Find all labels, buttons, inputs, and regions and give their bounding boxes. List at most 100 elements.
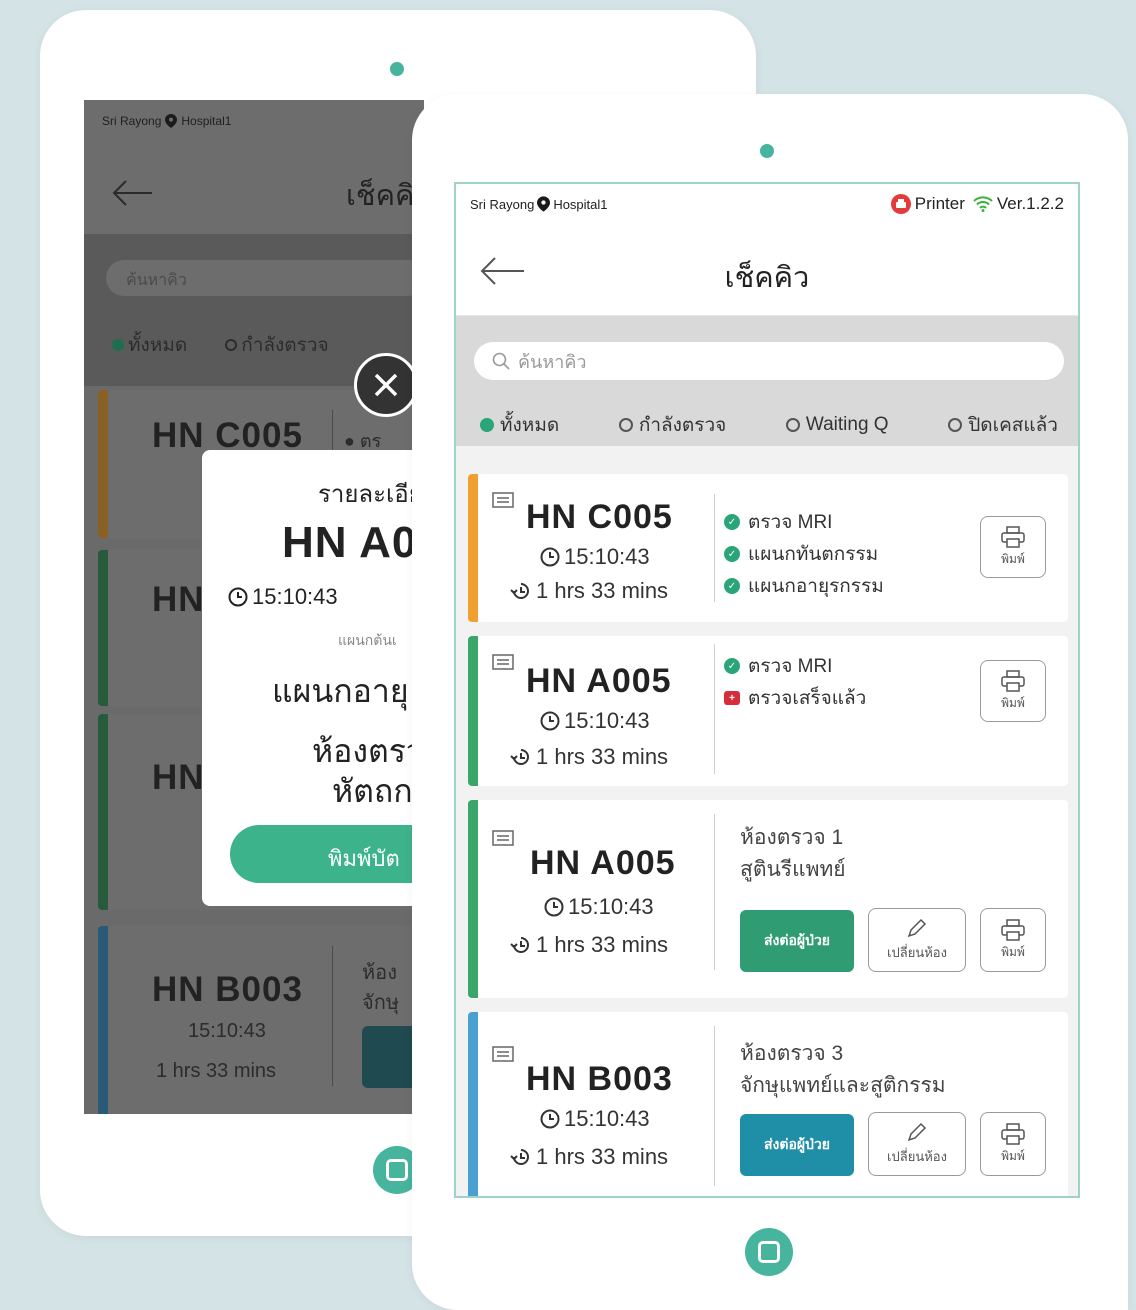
status-right: Printer Ver.1.2.2	[890, 194, 1064, 214]
printer-icon	[1001, 918, 1025, 941]
card-time: 15:10:43	[544, 894, 654, 920]
history-icon	[510, 1149, 529, 1165]
history-icon	[510, 937, 529, 953]
modal-time: 15:10:43	[228, 584, 338, 610]
detail-modal: รายละเอีย HN A0 15:10:43 แผนกต้นเ แผนกอา…	[202, 450, 424, 906]
medical-bag-icon: +	[724, 691, 740, 705]
change-room-button[interactable]: เปลี่ยนห้อง	[868, 908, 966, 972]
clock-icon	[540, 711, 560, 731]
back-card-hn: HN	[152, 580, 205, 619]
camera-dot	[760, 144, 774, 158]
card-room: ห้องตรวจ 1 สูตินรีแพทย์	[740, 826, 846, 881]
back-card-divider	[332, 946, 333, 1086]
card-duration: 1 hrs 33 mins	[510, 1144, 668, 1170]
radio-selected-icon	[480, 418, 494, 432]
clock-icon	[540, 547, 560, 567]
step-item: + ตรวจเสร็จแล้ว	[724, 682, 866, 714]
location-pin-icon	[165, 114, 178, 128]
back-page-title: เช็คคิ	[346, 180, 415, 212]
filter-group: ทั้งหมด กำลังตรวจ Waiting Q ปิดเคสแล้ว	[480, 410, 1058, 440]
location-pin-icon	[537, 196, 551, 212]
filter-waiting[interactable]: Waiting Q	[785, 410, 889, 440]
clock-icon	[228, 587, 248, 607]
back-arrow-icon[interactable]	[110, 178, 154, 208]
back-filter-all[interactable]: ทั้งหมด	[112, 330, 187, 360]
back-card-hn: HN B003	[152, 970, 303, 1009]
card-hn: HN B003	[526, 1060, 673, 1098]
document-icon	[492, 492, 514, 508]
card-time: 15:10:43	[540, 544, 650, 570]
back-card-hn: HN	[152, 758, 205, 797]
filter-closed[interactable]: ปิดเคสแล้ว	[948, 410, 1058, 440]
print-button[interactable]: พิมพ์	[980, 908, 1046, 972]
back-card-bar	[98, 714, 108, 910]
send-patient-button[interactable]: ส่งต่อผู้ป่วย	[740, 1114, 854, 1176]
search-placeholder: ค้นหาคิว	[518, 351, 587, 372]
document-icon	[492, 1046, 514, 1062]
radio-icon	[618, 418, 633, 432]
history-icon	[510, 749, 529, 765]
modal-heading: รายละเอีย	[318, 481, 423, 508]
back-card-4[interactable]: HN B003 15:10:43 1 hrs 33 mins ห้อง จักษ…	[98, 926, 424, 1114]
front-screen: Sri Rayong Hospital1 Printer Ver.1.2.2 เ…	[454, 182, 1080, 1198]
printer-icon	[890, 194, 911, 214]
document-icon	[492, 830, 514, 846]
check-circle-icon: ✓	[724, 578, 740, 594]
status-bar-accent	[468, 800, 478, 998]
queue-card[interactable]: HN C005 15:10:43 1 hrs 33 mins ✓ ตรวจ MRI…	[468, 474, 1068, 622]
card-steps: ✓ ตรวจ MRI + ตรวจเสร็จแล้ว	[724, 650, 866, 714]
queue-card[interactable]: HN B003 15:10:43 1 hrs 33 mins ห้องตรวจ …	[468, 1012, 1068, 1196]
card-divider	[714, 494, 715, 602]
card-hn: HN A005	[530, 844, 676, 882]
status-bar-accent	[468, 636, 478, 786]
card-divider	[714, 814, 715, 970]
status-bar: Sri Rayong Hospital1 Printer Ver.1.2.2	[456, 184, 1078, 224]
version-status: Ver.1.2.2	[973, 194, 1064, 214]
back-card-room-line2: จักษุ	[362, 992, 400, 1014]
back-filter-group: ทั้งหมด กำลังตรวจ	[112, 330, 329, 360]
card-duration: 1 hrs 33 mins	[510, 578, 668, 604]
print-button[interactable]: พิมพ์	[980, 660, 1046, 722]
send-patient-button[interactable]: ส่งต่อผู้ป่วย	[740, 910, 854, 972]
pencil-icon	[907, 1122, 927, 1141]
modal-close-button[interactable]	[354, 353, 418, 417]
queue-card[interactable]: HN A005 15:10:43 1 hrs 33 mins ห้องตรวจ …	[468, 800, 1068, 998]
back-card-bar	[98, 550, 108, 706]
card-duration: 1 hrs 33 mins	[510, 744, 668, 770]
back-status-bar: Sri Rayong Hospital1	[84, 100, 424, 142]
modal-print-button[interactable]: พิมพ์บัต	[230, 825, 424, 883]
card-divider	[714, 1026, 715, 1186]
header: เช็คคิว	[456, 224, 1078, 316]
filter-all[interactable]: ทั้งหมด	[480, 410, 559, 440]
document-icon	[492, 654, 514, 670]
filter-examining[interactable]: กำลังตรวจ	[618, 410, 726, 440]
printer-icon	[1001, 1122, 1025, 1145]
back-card-bar	[98, 390, 108, 538]
change-room-button[interactable]: เปลี่ยนห้อง	[868, 1112, 966, 1176]
card-duration: 1 hrs 33 mins	[510, 932, 668, 958]
card-divider	[714, 644, 715, 774]
card-hn: HN C005	[526, 498, 673, 536]
home-button[interactable]	[745, 1228, 793, 1276]
status-bar-accent	[468, 474, 478, 622]
card-time: 15:10:43	[540, 708, 650, 734]
back-filter-examining[interactable]: กำลังตรวจ	[225, 330, 329, 360]
history-icon	[510, 583, 529, 599]
clock-icon	[540, 1109, 560, 1129]
pencil-icon	[907, 918, 927, 937]
back-card-bar	[98, 926, 108, 1114]
back-hospital-prefix: Sri Rayong	[102, 114, 162, 128]
printer-icon	[1001, 525, 1025, 548]
back-header: เช็คคิ	[84, 142, 424, 234]
print-button[interactable]: พิมพ์	[980, 516, 1046, 578]
queue-card[interactable]: HN A005 15:10:43 1 hrs 33 mins ✓ ตรวจ MRI…	[468, 636, 1068, 786]
hospital-name: Sri Rayong Hospital1	[470, 196, 608, 212]
search-icon	[492, 352, 510, 370]
card-room: ห้องตรวจ 3 จักษุแพทย์และสูติกรรม	[740, 1042, 946, 1097]
back-search-input[interactable]: ค้นหาคิว	[106, 260, 424, 296]
search-input[interactable]: ค้นหาคิว	[474, 342, 1064, 380]
printer-status: Printer	[890, 194, 965, 214]
print-button[interactable]: พิมพ์	[980, 1112, 1046, 1176]
radio-icon	[785, 418, 800, 432]
card-time: 15:10:43	[540, 1106, 650, 1132]
